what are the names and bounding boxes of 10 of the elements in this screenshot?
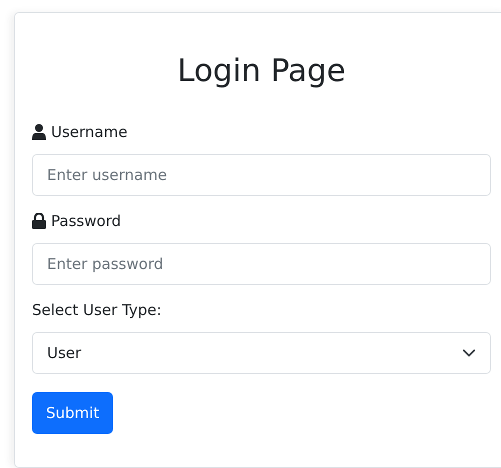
user-type-select[interactable]: User	[32, 332, 491, 374]
page-title: Login Page	[176, 52, 347, 91]
field-label: Password	[51, 211, 122, 232]
username-field[interactable]: Enter username	[32, 154, 491, 196]
user-icon	[32, 124, 46, 140]
field-label: Username	[51, 122, 128, 143]
password-field[interactable]: Enter password	[32, 243, 491, 285]
field-label: Select User Type:	[32, 300, 162, 321]
submit-button[interactable]: Submit	[32, 392, 114, 434]
lock-icon	[32, 213, 46, 229]
